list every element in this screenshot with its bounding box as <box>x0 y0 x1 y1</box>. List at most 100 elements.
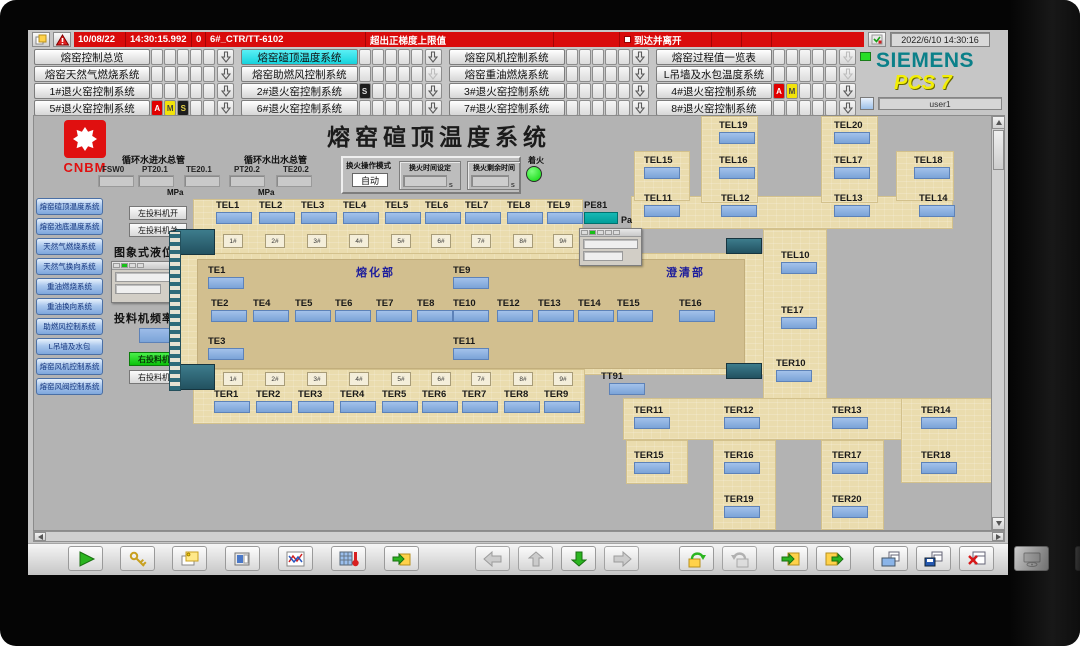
scroll-right-button[interactable] <box>992 532 1004 541</box>
report-button[interactable] <box>225 546 260 571</box>
menu-button[interactable]: 2#退火窑控制系统 <box>241 83 358 99</box>
sensor-value-box[interactable] <box>832 462 868 474</box>
sensor-value-box[interactable] <box>507 212 543 224</box>
sensor-value-box[interactable] <box>544 401 580 413</box>
sensor-value-box[interactable] <box>301 212 337 224</box>
sensor-value-box[interactable] <box>214 401 250 413</box>
delete-picture-button[interactable] <box>959 546 994 571</box>
menu-arrow-button[interactable] <box>839 66 856 82</box>
sensor-value-box[interactable] <box>721 205 757 217</box>
sensor-value-box[interactable] <box>644 167 680 179</box>
menu-button[interactable]: 熔窑重油燃烧系统 <box>448 66 565 82</box>
sensor-value-box[interactable] <box>216 212 252 224</box>
menu-arrow-button[interactable] <box>217 49 235 65</box>
user-icon[interactable] <box>860 97 874 110</box>
sensor-value-box[interactable] <box>719 167 755 179</box>
menu-arrow-button[interactable] <box>424 66 442 82</box>
sensor-value-box[interactable] <box>253 310 289 322</box>
sensor-value-box[interactable] <box>921 462 957 474</box>
pe81-value-box[interactable] <box>584 212 618 224</box>
sensor-value-box[interactable] <box>538 310 574 322</box>
sensor-value-box[interactable] <box>719 132 755 144</box>
picture-out-button[interactable] <box>816 546 851 571</box>
sensor-value-box[interactable] <box>343 212 379 224</box>
menu-arrow-button[interactable] <box>631 83 649 99</box>
menu-arrow-button[interactable] <box>424 100 442 116</box>
sensor-value-box[interactable] <box>921 417 957 429</box>
menu-arrow-button[interactable] <box>631 66 649 82</box>
menu-button[interactable]: 熔窑助燃风控制系统 <box>241 66 358 82</box>
scroll-down-button[interactable] <box>992 517 1004 530</box>
menu-button[interactable]: 熔窑控制总览 <box>34 49 151 65</box>
redo-button[interactable] <box>722 546 757 571</box>
sensor-value-box[interactable] <box>425 212 461 224</box>
undo-button[interactable] <box>679 546 714 571</box>
sensor-value-box[interactable] <box>465 212 501 224</box>
scroll-left-button[interactable] <box>34 532 46 541</box>
info-button[interactable] <box>1075 546 1080 571</box>
menu-button[interactable]: 熔窑过程值一览表 <box>655 49 772 65</box>
menu-arrow-button[interactable] <box>839 100 856 116</box>
sensor-value-box[interactable] <box>834 132 870 144</box>
menu-button[interactable]: 8#退火窑控制系统 <box>655 100 772 116</box>
sensor-value-box[interactable] <box>211 310 247 322</box>
sensor-value-box[interactable] <box>578 310 614 322</box>
start-button[interactable] <box>68 546 103 571</box>
sensor-value-box[interactable] <box>724 462 760 474</box>
sensor-value-box[interactable] <box>781 262 817 274</box>
menu-button[interactable]: 3#退火窑控制系统 <box>448 83 565 99</box>
menu-arrow-button[interactable] <box>424 49 442 65</box>
menu-button[interactable]: 1#退火窑控制系统 <box>34 83 151 99</box>
alarm-banner[interactable]: 10/08/22 14:30:15.992 0 6#_CTR/TT-6102 超… <box>74 32 864 47</box>
menu-arrow-button[interactable] <box>217 100 235 116</box>
sensor-value-box[interactable] <box>259 212 295 224</box>
nav-down-button[interactable] <box>561 546 596 571</box>
menu-button[interactable]: 熔窑碹顶温度系统 <box>241 49 358 65</box>
menu-button[interactable]: 7#退火窑控制系统 <box>448 100 565 116</box>
scroll-up-button[interactable] <box>992 116 1004 129</box>
sensor-value-box[interactable] <box>776 370 812 382</box>
horizontal-scrollbar[interactable] <box>33 531 1005 542</box>
menu-button[interactable]: 熔窑天然气燃烧系统 <box>34 66 151 82</box>
alarm-page-button[interactable] <box>32 32 50 47</box>
menu-arrow-button[interactable] <box>839 83 856 99</box>
menu-arrow-button[interactable] <box>839 49 856 65</box>
sensor-value-box[interactable] <box>298 401 334 413</box>
sensor-value-box[interactable] <box>417 310 453 322</box>
temperature-table-button[interactable] <box>331 546 366 571</box>
sensor-value-box[interactable] <box>453 277 489 289</box>
sensor-value-box[interactable] <box>832 506 868 518</box>
menu-arrow-button[interactable] <box>217 83 235 99</box>
sensor-value-box[interactable] <box>834 205 870 217</box>
sensor-value-box[interactable] <box>208 277 244 289</box>
tt91-value-box[interactable] <box>609 383 645 395</box>
nav-up-button[interactable] <box>518 546 553 571</box>
nav-forward-button[interactable] <box>604 546 639 571</box>
nav-back-button[interactable] <box>475 546 510 571</box>
menu-button[interactable]: 6#退火窑控制系统 <box>241 100 358 116</box>
menu-arrow-button[interactable] <box>217 66 235 82</box>
sensor-value-box[interactable] <box>340 401 376 413</box>
sensor-value-box[interactable] <box>385 212 421 224</box>
sensor-value-box[interactable] <box>504 401 540 413</box>
key-button[interactable] <box>120 546 155 571</box>
sensor-value-box[interactable] <box>382 401 418 413</box>
picture-in-button[interactable] <box>773 546 808 571</box>
save-picture-button[interactable] <box>916 546 951 571</box>
sensor-value-box[interactable] <box>644 205 680 217</box>
sensor-value-box[interactable] <box>376 310 412 322</box>
menu-button[interactable]: 4#退火窑控制系统 <box>655 83 772 99</box>
menu-button[interactable]: L吊墙及水包温度系统 <box>655 66 772 82</box>
sensor-value-box[interactable] <box>208 348 244 360</box>
sensor-value-box[interactable] <box>453 348 489 360</box>
new-picture-button[interactable] <box>172 546 207 571</box>
open-picture-button[interactable] <box>873 546 908 571</box>
vertical-scroll-thumb[interactable] <box>993 130 1004 170</box>
sensor-value-box[interactable] <box>462 401 498 413</box>
sensor-value-box[interactable] <box>919 205 955 217</box>
import-picture-button[interactable] <box>384 546 419 571</box>
menu-button[interactable]: 熔窑风机控制系统 <box>448 49 565 65</box>
vertical-scrollbar[interactable] <box>991 116 1004 530</box>
sensor-value-box[interactable] <box>634 417 670 429</box>
sensor-value-box[interactable] <box>914 167 950 179</box>
